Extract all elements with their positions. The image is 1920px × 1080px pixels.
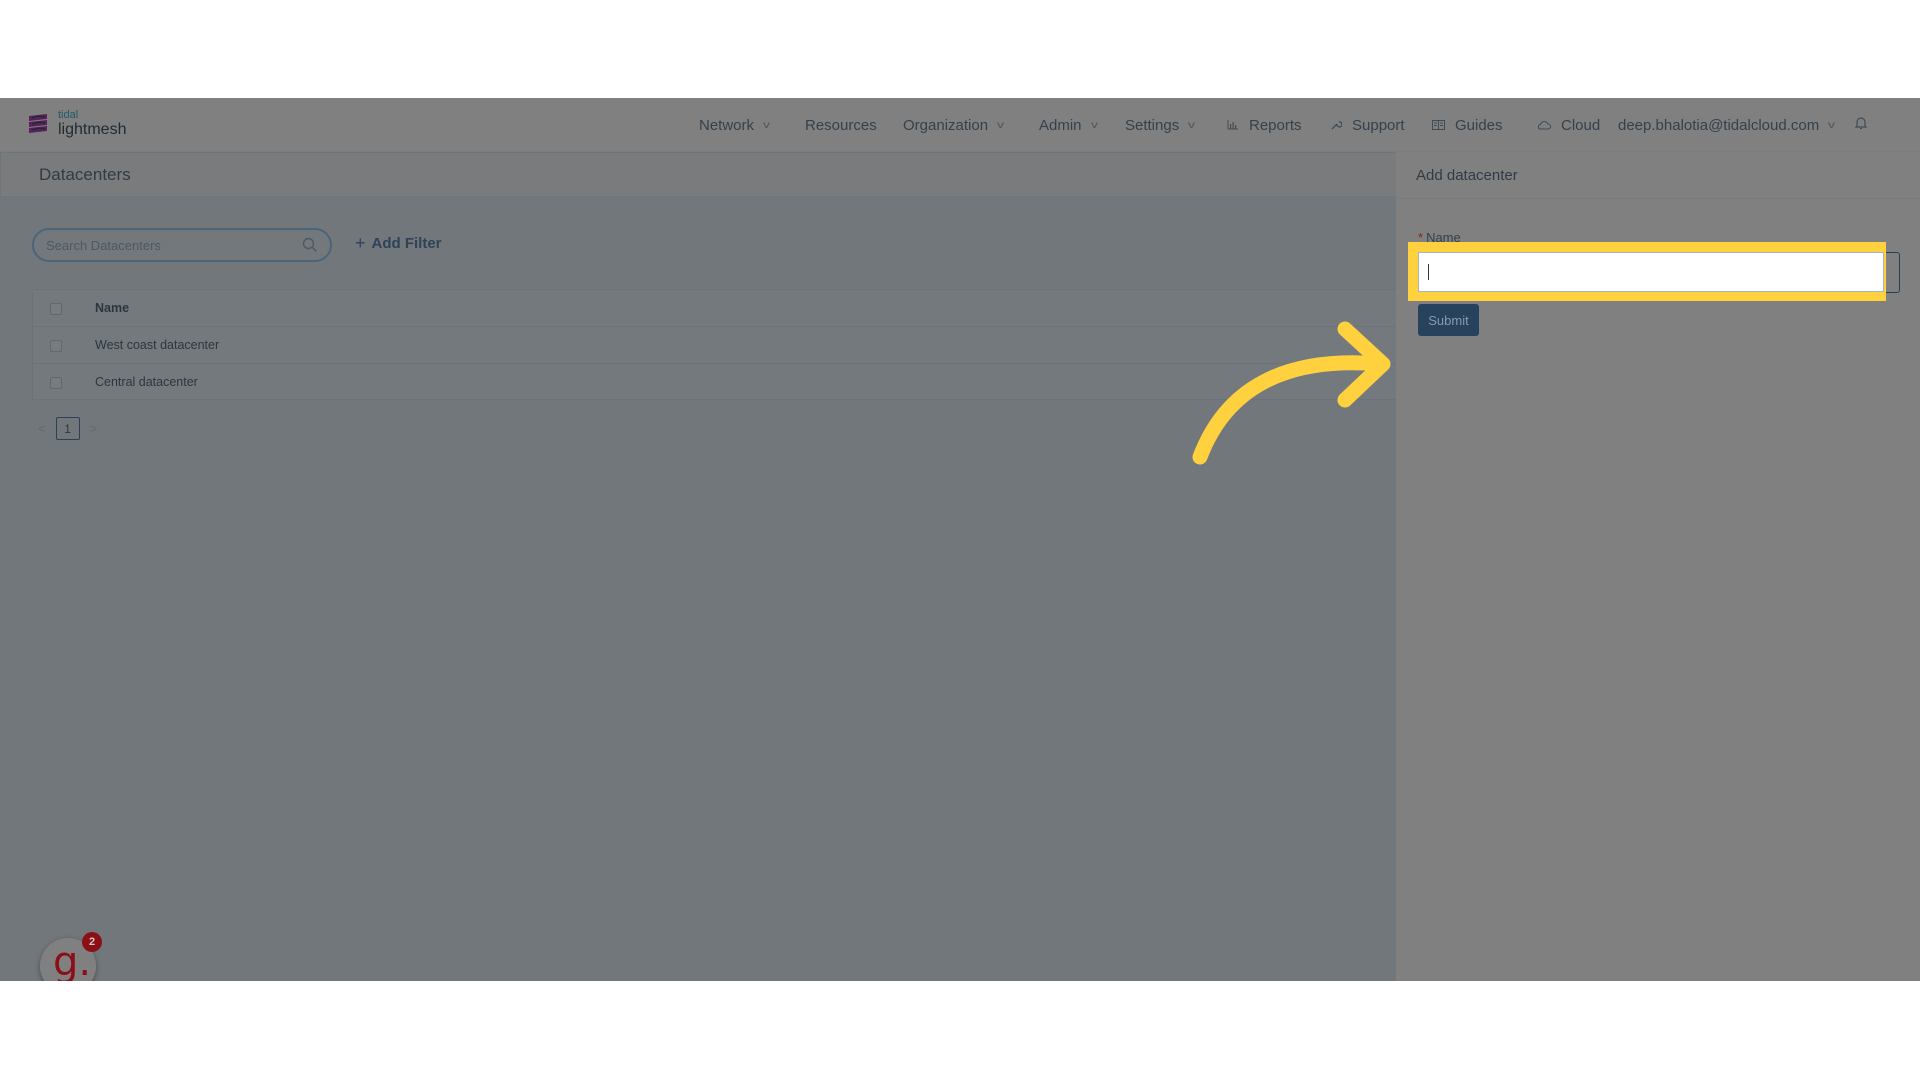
nav-settings-label: Settings (1125, 116, 1180, 134)
tutorial-arrow-icon (1192, 321, 1391, 465)
datacenters-page: Datacenters Search Datacenters + Add Fil… (0, 152, 1397, 981)
brand-logo[interactable]: tidal lightmesh (26, 110, 126, 138)
chevron-down-icon: v (763, 119, 771, 131)
nav-guides[interactable]: Guides (1432, 98, 1503, 152)
page-1-button[interactable]: 1 (55, 417, 80, 440)
lightmesh-logo-icon (29, 114, 47, 133)
brand-name: lightmesh (58, 121, 127, 138)
search-input[interactable]: Search Datacenters (32, 228, 332, 262)
search-placeholder: Search Datacenters (46, 238, 161, 253)
brand-small: tidal (58, 109, 79, 121)
bell-icon (1854, 116, 1868, 134)
cloud-icon (1537, 120, 1551, 130)
pagination: < 1 > (38, 417, 97, 440)
nav-guides-label: Guides (1455, 116, 1503, 134)
nav-cloud[interactable]: Cloud (1537, 98, 1600, 152)
top-navbar: tidal lightmesh Network v Resources Orga… (0, 98, 1920, 152)
name-input[interactable] (1418, 252, 1884, 292)
user-menu[interactable]: deep.bhalotia@tidalcloud.com v (1618, 98, 1836, 152)
search-icon[interactable] (302, 237, 318, 253)
nav-cloud-label: Cloud (1561, 116, 1601, 134)
nav-network[interactable]: Network v (699, 98, 771, 152)
datacenter-name[interactable]: Central datacenter (95, 375, 198, 389)
chevron-left-icon[interactable]: < (38, 421, 46, 436)
nav-organization-label: Organization (903, 116, 989, 134)
nav-support[interactable]: Support (1330, 98, 1405, 152)
nav-support-label: Support (1352, 116, 1405, 134)
chevron-down-icon: v (1828, 119, 1836, 131)
notifications-button[interactable] (1854, 98, 1868, 152)
nav-resources[interactable]: Resources (805, 98, 877, 152)
app-window: tidal lightmesh Network v Resources Orga… (0, 98, 1920, 981)
drawer-title: Add datacenter (1416, 167, 1518, 184)
column-header-name[interactable]: Name (95, 301, 129, 315)
nav-settings[interactable]: Settings v (1125, 98, 1196, 152)
chevron-down-icon: v (1188, 119, 1196, 131)
plus-icon: + (355, 233, 366, 253)
page-title: Datacenters (39, 165, 131, 184)
chevron-right-icon[interactable]: > (90, 421, 98, 436)
add-filter-label: Add Filter (371, 234, 442, 252)
book-icon (1432, 120, 1445, 130)
row-checkbox[interactable] (50, 377, 62, 389)
select-all-checkbox[interactable] (50, 303, 62, 315)
nav-admin[interactable]: Admin v (1039, 98, 1098, 152)
nav-reports[interactable]: Reports (1227, 98, 1302, 152)
text-caret (1428, 264, 1429, 280)
guide-widget-button[interactable]: g. 2 (40, 932, 102, 981)
row-checkbox[interactable] (50, 340, 62, 352)
drawer-header: Add datacenter (1396, 152, 1920, 199)
add-datacenter-drawer: Add datacenter * Name Submit (1396, 152, 1920, 981)
add-filter-button[interactable]: + Add Filter (355, 234, 442, 252)
user-email: deep.bhalotia@tidalcloud.com (1618, 116, 1820, 134)
chevron-down-icon: v (1090, 119, 1098, 131)
nav-network-label: Network (699, 116, 755, 134)
nav-resources-label: Resources (805, 116, 877, 134)
bar-chart-icon (1227, 120, 1239, 130)
nav-admin-label: Admin (1039, 116, 1082, 134)
datacenter-name[interactable]: West coast datacenter (95, 338, 219, 352)
guide-notification-badge: 2 (82, 932, 102, 952)
page-header: Datacenters (0, 152, 1396, 197)
wrench-icon (1330, 119, 1342, 131)
submit-button[interactable]: Submit (1418, 304, 1479, 336)
chevron-down-icon: v (997, 119, 1005, 131)
nav-reports-label: Reports (1249, 116, 1302, 134)
nav-organization[interactable]: Organization v (903, 98, 1005, 152)
